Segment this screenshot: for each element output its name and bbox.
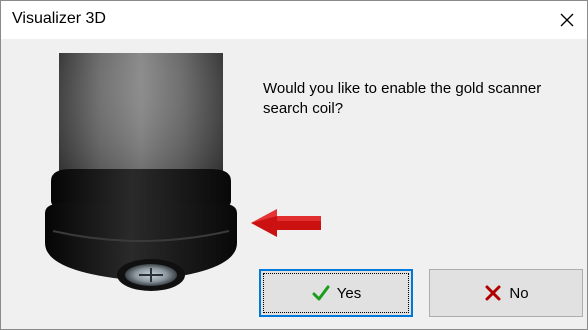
- dialog-message: Would you like to enable the gold scanne…: [263, 80, 542, 117]
- no-label: No: [509, 284, 529, 302]
- close-button[interactable]: [547, 1, 587, 39]
- close-icon: [560, 13, 574, 27]
- no-button[interactable]: No: [429, 269, 583, 317]
- red-arrow-icon: [251, 209, 321, 237]
- yes-button[interactable]: Yes: [259, 269, 413, 317]
- focus-rectangle: [263, 273, 409, 313]
- dialog-body: Would you like to enable the gold scanne…: [1, 39, 587, 329]
- window-title: Visualizer 3D: [12, 10, 106, 27]
- x-icon: [483, 283, 503, 303]
- title-bar[interactable]: Visualizer 3D: [1, 1, 587, 39]
- search-coil-illustration: [45, 53, 237, 291]
- dialog-window: Visualizer 3D Would you like to enable t…: [0, 0, 588, 330]
